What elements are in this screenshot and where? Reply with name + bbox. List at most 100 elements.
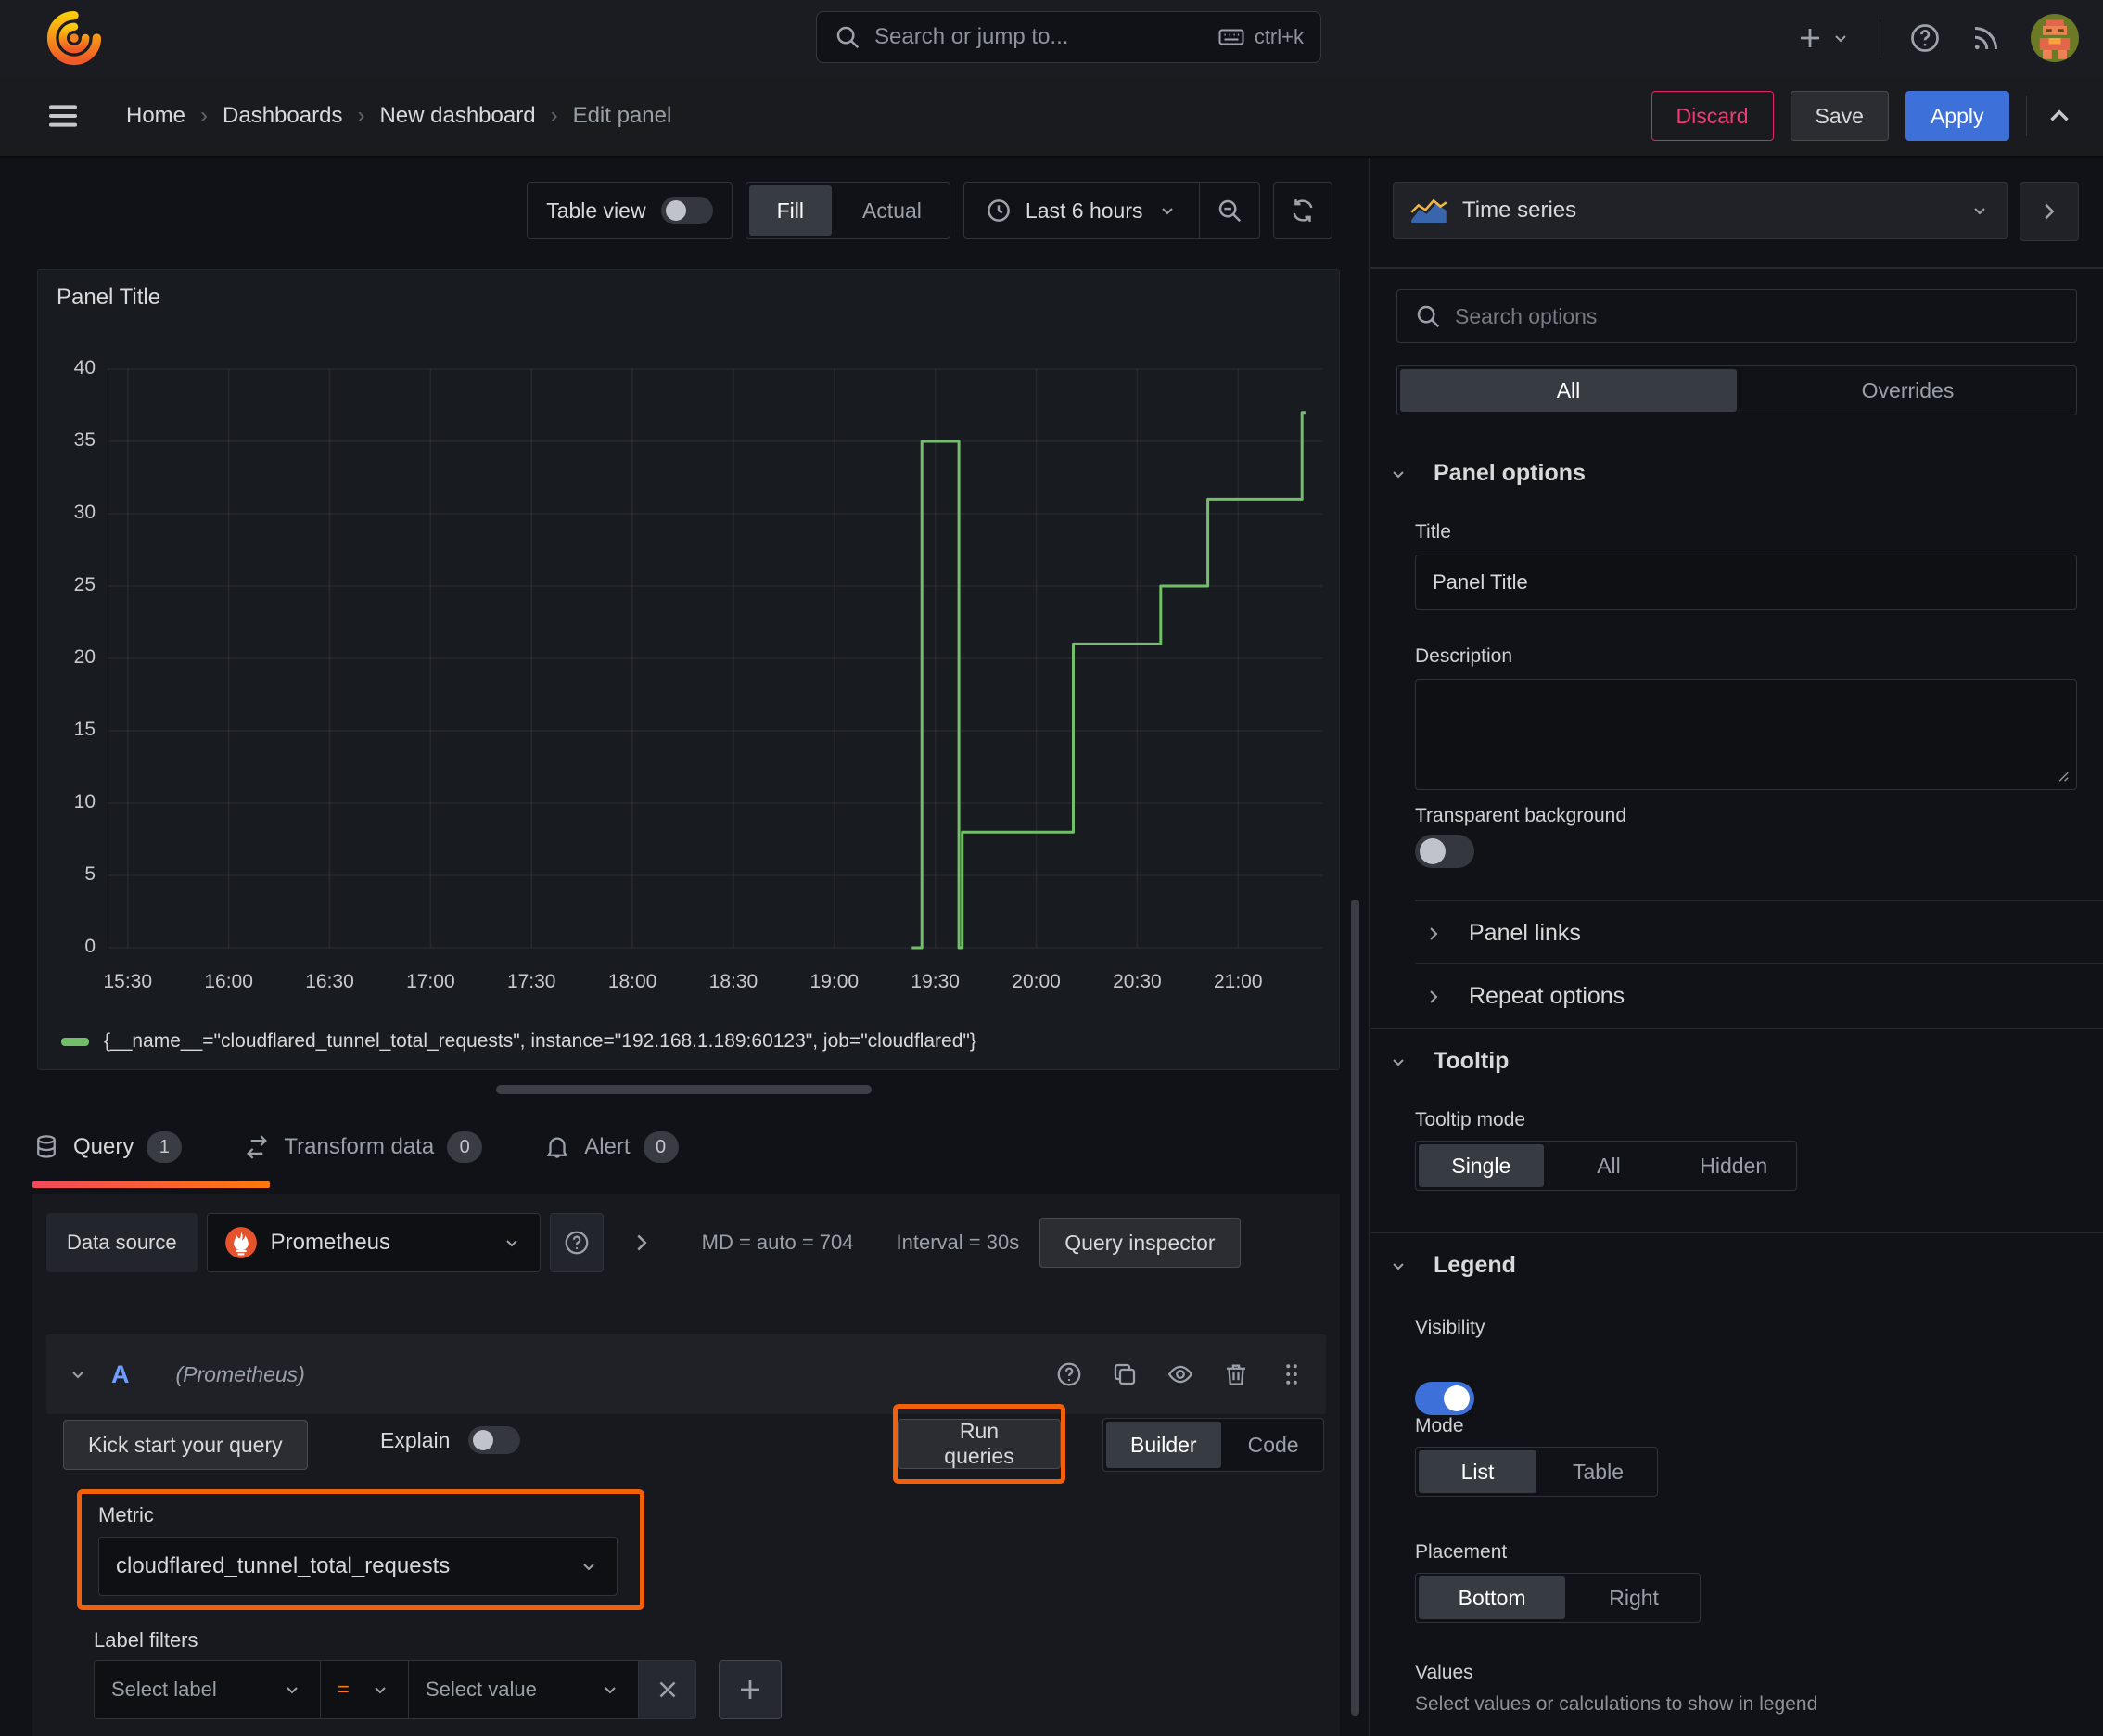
all-tab[interactable]: All (1400, 369, 1737, 412)
interval-info: Interval = 30s (896, 1231, 1020, 1254)
x-tick-label: 19:30 (911, 971, 960, 992)
tooltip-single-option[interactable]: Single (1419, 1144, 1544, 1187)
table-view-toggle[interactable] (660, 197, 713, 224)
drag-handle-icon[interactable] (1278, 1360, 1306, 1388)
tab-transform-data[interactable]: Transform data 0 (243, 1131, 483, 1163)
overrides-tab[interactable]: Overrides (1740, 366, 2076, 415)
query-inspector-button[interactable]: Query inspector (1039, 1218, 1241, 1268)
select-label-dropdown[interactable]: Select label (94, 1660, 321, 1719)
legend-placement-label: Placement (1415, 1541, 1508, 1563)
search-options-input[interactable]: Search options (1396, 289, 2077, 343)
transparent-background-toggle[interactable] (1415, 835, 1474, 868)
delete-query-icon[interactable] (1222, 1360, 1250, 1388)
datasource-label: Data source (46, 1213, 198, 1272)
y-tick-label: 0 (84, 936, 96, 957)
expand-options-icon[interactable] (628, 1229, 656, 1257)
duplicate-query-icon[interactable] (1111, 1360, 1139, 1388)
collapse-options-icon[interactable] (2044, 100, 2075, 132)
panel-links-section[interactable]: Panel links (1422, 920, 1581, 947)
tooltip-header[interactable]: Tooltip (1387, 1048, 1509, 1075)
divider (1415, 900, 2103, 901)
fill-option[interactable]: Fill (748, 185, 832, 236)
remove-filter-button[interactable] (639, 1660, 696, 1719)
breadcrumb-dashboards[interactable]: Dashboards (223, 103, 342, 129)
edit-actions: Discard Save Apply (1651, 91, 2075, 141)
code-option[interactable]: Code (1224, 1419, 1323, 1471)
repeat-options-section[interactable]: Repeat options (1422, 983, 1625, 1010)
tab-query[interactable]: Query 1 (32, 1131, 183, 1163)
legend-list-option[interactable]: List (1419, 1450, 1536, 1493)
max-datapoints-info: MD = auto = 704 (701, 1231, 854, 1254)
datasource-picker[interactable]: Prometheus (206, 1213, 541, 1272)
help-icon[interactable] (1055, 1360, 1083, 1388)
top-nav: Search or jump to... ctrl+k (0, 0, 2103, 77)
x-tick-label: 19:00 (809, 971, 860, 992)
select-value-dropdown[interactable]: Select value (409, 1660, 639, 1719)
datasource-help-button[interactable] (549, 1213, 604, 1272)
grafana-logo[interactable] (46, 10, 102, 66)
tooltip-hidden-option[interactable]: Hidden (1671, 1142, 1796, 1190)
search-icon (1417, 305, 1440, 328)
breadcrumb: Home › Dashboards › New dashboard › Edit… (126, 103, 671, 129)
metric-label: Metric (98, 1503, 154, 1526)
query-row-header[interactable]: A (Prometheus) (46, 1334, 1326, 1414)
discard-button[interactable]: Discard (1651, 91, 1774, 141)
explain-control: Explain (380, 1426, 521, 1454)
new-dashboard-button[interactable] (1796, 24, 1852, 52)
add-filter-button[interactable] (719, 1660, 782, 1719)
apply-button[interactable]: Apply (1905, 91, 2009, 141)
visualization-row: Time series (1393, 182, 2079, 241)
x-tick-label: 18:00 (607, 971, 657, 992)
time-series-chart[interactable] (108, 359, 1322, 957)
kick-start-query-button[interactable]: Kick start your query (63, 1420, 308, 1470)
actual-option[interactable]: Actual (835, 183, 950, 238)
resize-handle-icon[interactable] (2050, 763, 2071, 784)
run-queries-highlight: Run queries (893, 1404, 1065, 1484)
zoom-out-button[interactable] (1200, 183, 1259, 238)
description-textarea[interactable] (1415, 679, 2077, 790)
legend-mode-segmented: List Table (1415, 1447, 1658, 1497)
legend-visibility-toggle[interactable] (1415, 1382, 1474, 1415)
metric-select[interactable]: cloudflared_tunnel_total_requests (98, 1537, 618, 1596)
main-scrollbar[interactable] (1351, 900, 1359, 1716)
panel-title-input[interactable]: Panel Title (1415, 555, 2077, 610)
panel-options-header[interactable]: Panel options (1387, 460, 1586, 487)
toggle-viz-picker-button[interactable] (2020, 182, 2079, 241)
global-search-input[interactable]: Search or jump to... ctrl+k (816, 11, 1321, 63)
chevron-down-icon (1834, 35, 1846, 43)
refresh-button[interactable] (1273, 182, 1332, 239)
time-range-picker[interactable]: Last 6 hours (964, 183, 1199, 238)
chevron-down-icon (1974, 208, 1985, 215)
disable-query-icon[interactable] (1166, 1360, 1194, 1388)
tooltip-all-option[interactable]: All (1547, 1142, 1672, 1190)
bell-icon (546, 1137, 568, 1158)
save-button[interactable]: Save (1790, 91, 1889, 141)
menu-icon[interactable] (45, 97, 82, 134)
editor-tabs: Query 1 Transform data 0 Alert 0 (32, 1115, 679, 1180)
user-avatar[interactable] (2031, 14, 2079, 62)
legend-header[interactable]: Legend (1387, 1252, 1516, 1279)
tab-alert[interactable]: Alert 0 (543, 1131, 679, 1163)
explain-toggle[interactable] (468, 1426, 521, 1454)
chart-legend[interactable]: {__name__="cloudflared_tunnel_total_requ… (61, 1030, 976, 1053)
placement-right-option[interactable]: Right (1568, 1574, 1700, 1622)
chevron-down-icon (1393, 1058, 1404, 1066)
help-icon[interactable] (1908, 21, 1942, 55)
y-tick-label: 25 (73, 574, 96, 595)
toggle-knob (473, 1430, 494, 1450)
visualization-picker[interactable]: Time series (1393, 182, 2008, 239)
metric-highlight: Metric cloudflared_tunnel_total_requests (77, 1489, 644, 1610)
operator-dropdown[interactable]: = (321, 1660, 409, 1719)
breadcrumb-home[interactable]: Home (126, 103, 185, 129)
builder-option[interactable]: Builder (1106, 1422, 1221, 1468)
actions-divider (2025, 96, 2027, 136)
breadcrumb-new-dashboard[interactable]: New dashboard (379, 103, 535, 129)
legend-table-option[interactable]: Table (1539, 1448, 1657, 1496)
chevron-down-icon (287, 1687, 298, 1694)
panel-resize-handle[interactable] (496, 1085, 872, 1094)
news-rss-icon[interactable] (1969, 21, 2003, 55)
transform-count-badge: 0 (447, 1131, 483, 1163)
placement-bottom-option[interactable]: Bottom (1419, 1576, 1566, 1619)
run-queries-button[interactable]: Run queries (898, 1419, 1061, 1469)
divider (1370, 1028, 2103, 1029)
